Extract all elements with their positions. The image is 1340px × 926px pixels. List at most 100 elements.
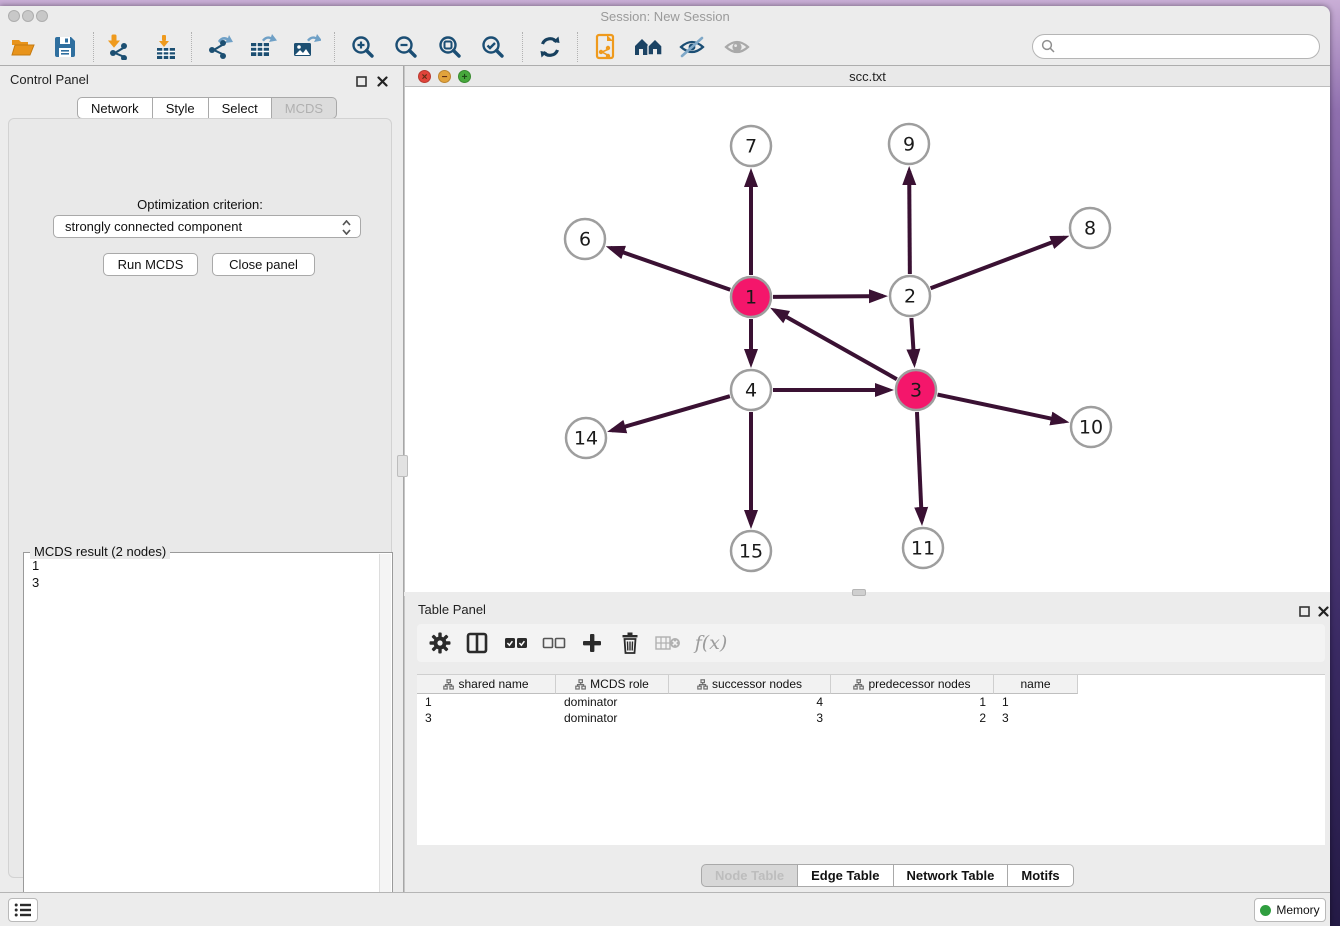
memory-button[interactable]: Memory [1254,898,1326,922]
table-cell[interactable]: 4 [669,694,831,710]
mcds-result-list[interactable]: 13 [26,557,378,926]
table-cell[interactable]: 1 [831,694,994,710]
export-network-icon[interactable] [205,32,235,62]
close-panel-icon[interactable] [377,74,389,86]
toolbar-separator [522,32,523,62]
column-header-successor-nodes[interactable]: successor nodes [669,675,831,694]
node-6[interactable]: 6 [565,219,605,259]
tab-motifs[interactable]: Motifs [1008,864,1073,887]
export-table-icon[interactable] [248,32,278,62]
node-11[interactable]: 11 [903,528,943,568]
table-cell[interactable]: 3 [417,710,556,726]
column-header-predecessor-nodes[interactable]: predecessor nodes [831,675,994,694]
tab-style[interactable]: Style [153,97,209,119]
edge-2-9[interactable] [909,171,910,274]
delete-columns-icon[interactable] [653,629,683,657]
clone-network-icon[interactable] [590,32,620,62]
svg-text:9: 9 [903,134,915,156]
edge-1-2[interactable] [773,296,883,297]
table-cell[interactable]: dominator [556,710,669,726]
zoom-fit-icon[interactable] [435,32,465,62]
node-table[interactable]: shared name MCDS role successor nodesprede… [417,674,1325,845]
table-row[interactable]: 1dominator411 [417,694,1078,710]
edge-2-8[interactable] [931,238,1065,289]
edge-3-1[interactable] [775,310,897,379]
run-mcds-button[interactable]: Run MCDS [103,253,198,276]
float-table-panel-icon[interactable] [1299,604,1311,616]
tab-node-table[interactable]: Node Table [701,864,798,887]
table-cell[interactable]: 1 [994,694,1078,710]
edge-3-10[interactable] [938,395,1065,422]
node-1[interactable]: 1 [731,277,771,317]
settings-gear-icon[interactable] [425,629,455,657]
node-15[interactable]: 15 [731,531,771,571]
search-input[interactable] [1032,34,1320,59]
edge-3-11[interactable] [917,412,922,521]
mcds-panel: Optimization criterion: strongly connect… [8,118,392,878]
first-neighbors-icon[interactable] [634,32,664,62]
zoom-in-icon[interactable] [348,32,378,62]
hide-selected-icon[interactable] [677,32,707,62]
edge-1-6[interactable] [610,248,730,290]
function-builder-icon[interactable]: f(x) [689,629,733,657]
table-cell[interactable]: 3 [669,710,831,726]
zoom-selected-icon[interactable] [478,32,508,62]
import-network-icon[interactable] [103,32,133,62]
select-all-checkboxes-icon[interactable] [501,629,531,657]
close-table-panel-icon[interactable] [1318,604,1330,616]
tab-edge-table[interactable]: Edge Table [798,864,893,887]
open-session-icon[interactable] [8,32,38,62]
show-columns-icon[interactable] [462,629,492,657]
result-scrollbar[interactable] [379,554,391,926]
column-header-name[interactable]: name [994,675,1078,694]
table-cell[interactable]: 1 [417,694,556,710]
panel-divider-grip[interactable] [397,455,408,477]
table-row[interactable]: 3dominator323 [417,710,1078,726]
edge-2-3[interactable] [911,318,914,363]
svg-text:15: 15 [739,541,763,563]
save-session-icon[interactable] [50,32,80,62]
import-table-icon[interactable] [151,32,181,62]
node-10[interactable]: 10 [1071,407,1111,447]
svg-text:4: 4 [745,380,757,402]
column-header-shared-name[interactable]: shared name [417,675,556,694]
criterion-dropdown[interactable]: strongly connected component [53,215,361,238]
node-4[interactable]: 4 [731,370,771,410]
task-history-button[interactable] [8,898,38,922]
tab-network-table[interactable]: Network Table [894,864,1009,887]
svg-text:7: 7 [745,136,757,158]
add-row-icon[interactable] [577,629,607,657]
application-window: Session: New Session [0,6,1330,926]
close-panel-button[interactable]: Close panel [212,253,315,276]
export-image-icon[interactable] [291,32,321,62]
network-graph-canvas[interactable]: 1 2 3 4 6 7 8 9 10 11 14 15 [405,87,1330,592]
delete-rows-icon[interactable] [615,629,645,657]
horizontal-divider-grip[interactable] [852,589,866,596]
node-3[interactable]: 3 [896,370,936,410]
node-2[interactable]: 2 [890,276,930,316]
optimization-criterion-label: Optimization criterion: [9,197,391,212]
node-8[interactable]: 8 [1070,208,1110,248]
column-header-label: name [1020,677,1050,691]
zoom-out-icon[interactable] [391,32,421,62]
show-all-icon[interactable] [722,32,752,62]
dropdown-stepper-icon [342,220,351,235]
status-bar: Memory [0,892,1330,926]
column-header-label: MCDS role [590,677,649,691]
node-7[interactable]: 7 [731,126,771,166]
unselect-all-checkboxes-icon[interactable] [539,629,569,657]
table-cell[interactable]: 2 [831,710,994,726]
column-header-MCDS-role[interactable]: MCDS role [556,675,669,694]
tab-select[interactable]: Select [209,97,272,119]
edge-4-14[interactable] [612,396,730,430]
tab-network[interactable]: Network [77,97,153,119]
node-14[interactable]: 14 [566,418,606,458]
mcds-result-item[interactable]: 3 [32,574,378,591]
refresh-layout-icon[interactable] [535,32,565,62]
float-panel-icon[interactable] [356,74,368,86]
mcds-result-item[interactable]: 1 [32,557,378,574]
tab-mcds[interactable]: MCDS [272,97,337,119]
node-9[interactable]: 9 [889,124,929,164]
table-cell[interactable]: 3 [994,710,1078,726]
table-cell[interactable]: dominator [556,694,669,710]
